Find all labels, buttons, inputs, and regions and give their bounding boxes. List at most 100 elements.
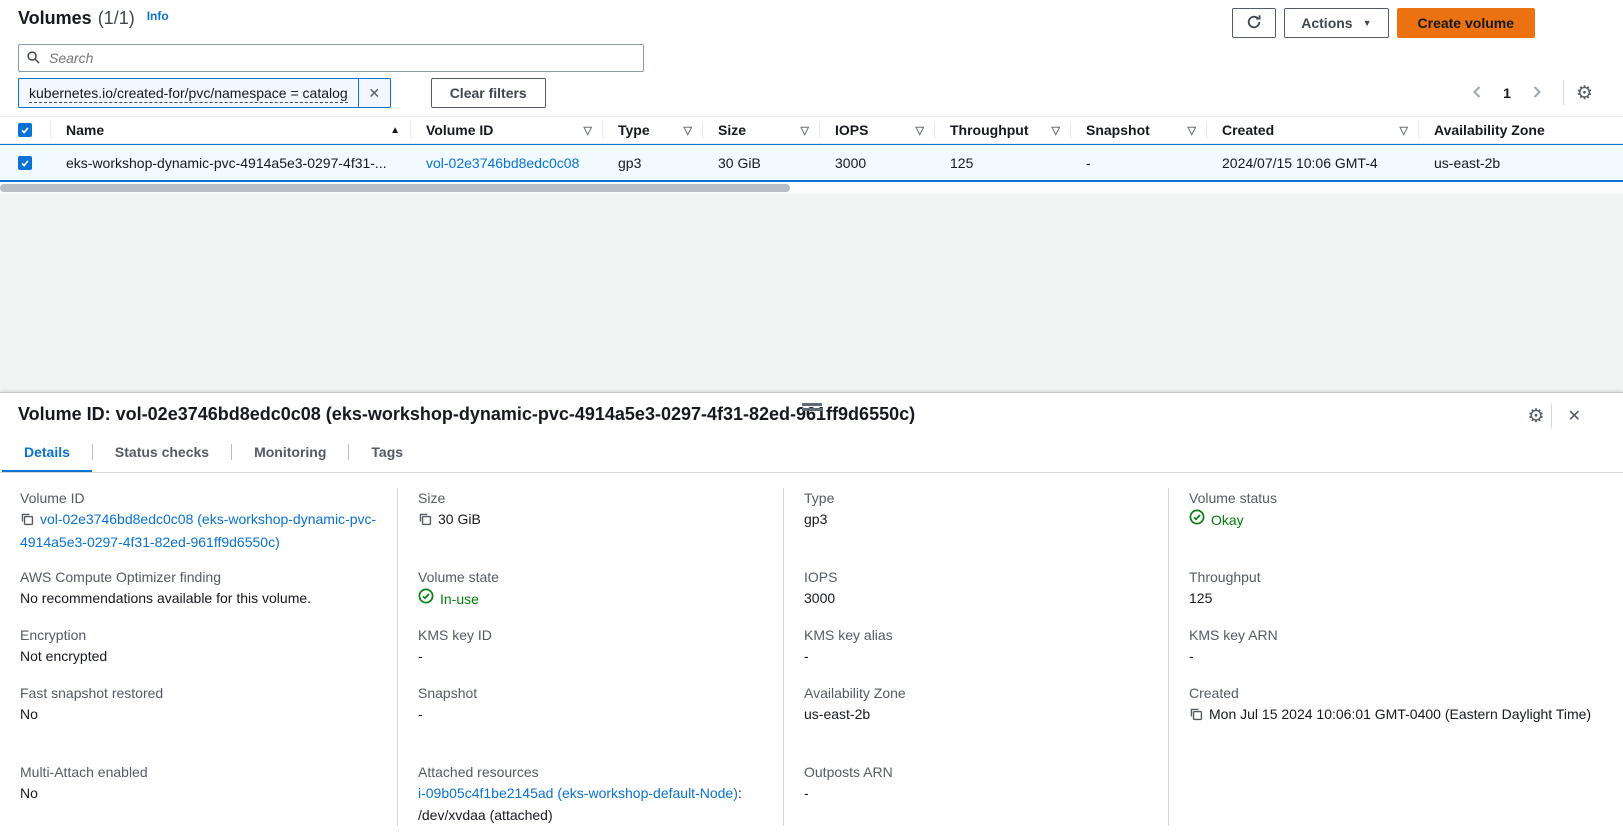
cell-created: 2024/07/15 10:06 GMT-4: [1206, 155, 1418, 171]
attached-device-path: /dev/xvdaa (attached): [418, 805, 763, 826]
field-kms-key-id: KMS key ID -: [418, 625, 763, 683]
cell-size: 30 GiB: [702, 155, 819, 171]
volume-id-detail-link[interactable]: vol-02e3746bd8edc0c08 (eks-workshop-dyna…: [20, 511, 376, 550]
table-header-row: Name ▲ Volume ID ▽ Type ▽ Size ▽ IOPS ▽ …: [0, 116, 1623, 144]
sortable-icon: ▽: [1188, 124, 1196, 137]
chevron-right-icon: [1531, 85, 1543, 102]
column-header-size[interactable]: Size ▽: [702, 117, 819, 143]
divider: [1551, 404, 1552, 428]
copy-icon[interactable]: [1189, 706, 1203, 727]
panel-title: Volume ID: vol-02e3746bd8edc0c08 (eks-wo…: [18, 402, 915, 426]
column-header-created[interactable]: Created ▽: [1206, 117, 1418, 143]
status-ok-icon: [1189, 509, 1205, 531]
refresh-icon: [1246, 14, 1262, 33]
search-input[interactable]: [18, 44, 644, 72]
status-ok-icon: [418, 588, 434, 610]
page-header: Volumes (1/1) Info Actions ▼ Create volu…: [0, 0, 1623, 116]
horizontal-scrollbar: [0, 182, 1623, 194]
volume-details-panel: Volume ID: vol-02e3746bd8edc0c08 (eks-wo…: [0, 393, 1623, 834]
page-title: Volumes: [18, 8, 92, 29]
volume-id-link[interactable]: vol-02e3746bd8edc0c08: [426, 155, 579, 171]
panel-tabs: Details Status checks Monitoring Tags: [0, 432, 1623, 473]
actions-button[interactable]: Actions ▼: [1284, 8, 1388, 38]
copy-icon[interactable]: [20, 511, 34, 532]
field-fast-snapshot-restored: Fast snapshot restored No: [20, 683, 377, 762]
field-kms-key-arn: KMS key ARN -: [1189, 625, 1603, 683]
tab-tags[interactable]: Tags: [349, 432, 425, 472]
column-header-snapshot[interactable]: Snapshot ▽: [1070, 117, 1206, 143]
divider: [1563, 81, 1564, 105]
field-availability-zone: Availability Zone us-east-2b: [804, 683, 1148, 762]
field-size: Size 30 GiB: [418, 488, 763, 567]
field-iops: IOPS 3000: [804, 567, 1148, 625]
panel-close-icon[interactable]: ✕: [1558, 406, 1591, 426]
tab-monitoring[interactable]: Monitoring: [232, 432, 348, 472]
cell-name: eks-workshop-dynamic-pvc-4914a5e3-0297-4…: [50, 155, 410, 171]
resource-count: (1/1): [98, 8, 135, 29]
filter-token: kubernetes.io/created-for/pvc/namespace …: [18, 78, 391, 108]
field-attached-resources: Attached resources i-09b05c4f1be2145ad (…: [418, 762, 763, 826]
actions-button-label: Actions: [1301, 15, 1352, 31]
info-link[interactable]: Info: [147, 9, 169, 23]
sortable-icon: ▽: [801, 124, 809, 137]
table-row[interactable]: eks-workshop-dynamic-pvc-4914a5e3-0297-4…: [0, 144, 1623, 182]
create-volume-button[interactable]: Create volume: [1397, 8, 1535, 38]
pagination: 1 ⚙: [1463, 81, 1593, 106]
select-all-checkbox-cell: [0, 117, 50, 143]
cell-throughput: 125: [934, 155, 1070, 171]
filter-token-label: kubernetes.io/created-for/pvc/namespace …: [19, 79, 358, 107]
table-empty-area: [0, 194, 1623, 393]
page-number[interactable]: 1: [1495, 85, 1519, 101]
column-header-throughput[interactable]: Throughput ▽: [934, 117, 1070, 143]
sortable-icon: ▽: [584, 124, 592, 137]
field-type: Type gp3: [804, 488, 1148, 567]
field-created: Created Mon Jul 15 2024 10:06:01 GMT-040…: [1189, 683, 1603, 762]
select-all-checkbox[interactable]: [18, 123, 32, 137]
caret-down-icon: ▼: [1363, 18, 1372, 28]
cell-availability-zone: us-east-2b: [1418, 155, 1623, 171]
refresh-button[interactable]: [1232, 8, 1276, 38]
field-compute-optimizer: AWS Compute Optimizer finding No recomme…: [20, 567, 377, 625]
field-outposts-arn: Outposts ARN -: [804, 762, 1148, 804]
field-throughput: Throughput 125: [1189, 567, 1603, 625]
tab-status-checks[interactable]: Status checks: [93, 432, 231, 472]
next-page-button[interactable]: [1523, 81, 1551, 106]
volume-status-value: Okay: [1211, 510, 1244, 531]
row-checkbox-cell: [0, 156, 50, 170]
volumes-table: Name ▲ Volume ID ▽ Type ▽ Size ▽ IOPS ▽ …: [0, 116, 1623, 194]
previous-page-button[interactable]: [1463, 81, 1491, 106]
field-snapshot: Snapshot -: [418, 683, 763, 762]
sortable-icon: ▽: [1052, 124, 1060, 137]
sort-ascending-icon: ▲: [390, 125, 400, 136]
table-preferences-gear-icon[interactable]: ⚙: [1576, 84, 1593, 103]
filter-token-dismiss-button[interactable]: ✕: [358, 79, 390, 107]
search-icon: [26, 50, 41, 68]
attached-instance-link[interactable]: i-09b05c4f1be2145ad (eks-workshop-defaul…: [418, 785, 738, 801]
copy-icon[interactable]: [418, 511, 432, 532]
tab-details[interactable]: Details: [2, 432, 92, 472]
sortable-icon: ▽: [916, 124, 924, 137]
cell-iops: 3000: [819, 155, 934, 171]
field-multi-attach: Multi-Attach enabled No: [20, 762, 377, 804]
horizontal-scrollbar-thumb[interactable]: [0, 184, 790, 192]
created-value: Mon Jul 15 2024 10:06:01 GMT-0400 (Easte…: [1209, 706, 1591, 722]
column-header-volume-id[interactable]: Volume ID ▽: [410, 117, 602, 143]
field-volume-id: Volume ID vol-02e3746bd8edc0c08 (eks-wor…: [20, 488, 377, 567]
field-encryption: Encryption Not encrypted: [20, 625, 377, 683]
close-icon: ✕: [368, 85, 380, 102]
clear-filters-button[interactable]: Clear filters: [431, 78, 546, 108]
column-header-iops[interactable]: IOPS ▽: [819, 117, 934, 143]
field-kms-key-alias: KMS key alias -: [804, 625, 1148, 683]
panel-resize-handle-icon[interactable]: [800, 399, 824, 415]
row-checkbox[interactable]: [18, 156, 32, 170]
column-header-name[interactable]: Name ▲: [50, 117, 410, 143]
field-volume-status: Volume status Okay: [1189, 488, 1603, 567]
column-header-availability-zone[interactable]: Availability Zone: [1418, 117, 1623, 143]
details-content: Volume ID vol-02e3746bd8edc0c08 (eks-wor…: [0, 473, 1623, 834]
volume-state-value: In-use: [440, 589, 479, 610]
panel-preferences-gear-icon[interactable]: ⚙: [1528, 407, 1545, 426]
cell-type: gp3: [602, 155, 702, 171]
cell-snapshot: -: [1070, 155, 1206, 171]
column-header-type[interactable]: Type ▽: [602, 117, 702, 143]
field-volume-state: Volume state In-use: [418, 567, 763, 625]
